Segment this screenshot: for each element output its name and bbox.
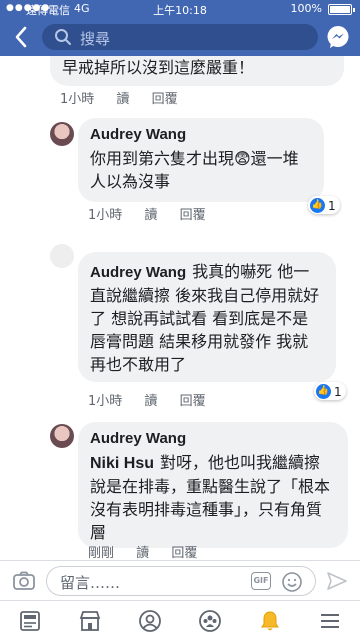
comment-meta: 剛剛 讀 回覆 xyxy=(88,542,215,560)
comment-author[interactable]: Audrey Wang xyxy=(90,264,186,281)
send-icon[interactable] xyxy=(326,570,348,592)
reaction-count[interactable]: 👍 1 xyxy=(314,382,346,400)
marketplace-icon[interactable] xyxy=(78,609,102,633)
comment-body: Audrey Wang 我真的嚇死 他一直說繼續擦 後來我自己停用就好了 想說再試… xyxy=(90,260,324,376)
camera-icon[interactable] xyxy=(12,569,36,593)
search-input[interactable]: 搜尋 xyxy=(42,24,318,50)
comment-author[interactable]: Audrey Wang xyxy=(90,126,312,143)
comment-composer: 留言…… GIF xyxy=(0,560,360,600)
menu-icon[interactable] xyxy=(318,609,342,633)
news-feed-icon[interactable] xyxy=(18,609,42,633)
comment-text: 你用到第六隻才出現😨還一堆人以為沒事 xyxy=(90,149,299,191)
avatar[interactable] xyxy=(50,244,74,268)
comment-author[interactable]: Audrey Wang xyxy=(90,430,336,447)
comment-thread: 早戒掉所以沒到這麼嚴重！ 1小時 讀 回覆 Audrey Wang 你用到第六隻… xyxy=(0,56,360,560)
reaction-count[interactable]: 👍 1 xyxy=(308,196,340,214)
emoji-icon[interactable] xyxy=(281,571,303,593)
gif-icon[interactable]: GIF xyxy=(251,572,271,590)
reply-button[interactable]: 回覆 xyxy=(152,92,178,107)
search-icon xyxy=(55,29,71,45)
comment-bubble[interactable]: 早戒掉所以沒到這麼嚴重！ xyxy=(50,56,344,86)
reaction-number: 1 xyxy=(334,384,342,399)
avatar[interactable] xyxy=(50,122,74,146)
mention-link[interactable]: Niki Hsu xyxy=(90,455,154,472)
groups-icon[interactable] xyxy=(198,609,222,633)
reply-button[interactable]: 回覆 xyxy=(180,208,206,223)
comment-bubble[interactable]: Audrey Wang 你用到第六隻才出現😨還一堆人以為沒事 xyxy=(78,118,324,202)
bottom-tab-bar xyxy=(0,600,360,640)
comment-meta: 1小時 讀 回覆 xyxy=(88,390,224,409)
comment-input[interactable]: 留言…… GIF xyxy=(46,566,316,596)
comment-bubble[interactable]: Audrey Wang Niki Hsu 對呀，他也叫我繼續擦說是在排毒，重點醫生… xyxy=(78,422,348,548)
comment-text: 早戒掉所以沒到這麼嚴重！ xyxy=(62,58,255,77)
battery-icon xyxy=(328,4,355,15)
messenger-icon[interactable] xyxy=(326,25,350,49)
comment-time: 1小時 xyxy=(88,394,123,409)
like-icon: 👍 xyxy=(316,384,331,399)
comment-bubble[interactable]: Audrey Wang 我真的嚇死 他一直說繼續擦 後來我自己停用就好了 想說再試… xyxy=(78,252,336,382)
like-icon: 👍 xyxy=(310,198,325,213)
back-button[interactable] xyxy=(8,23,34,51)
read-button[interactable]: 讀 xyxy=(144,208,157,223)
comment-body: Niki Hsu 對呀，他也叫我繼續擦說是在排毒，重點醫生說了「根本沒有表明排毒這… xyxy=(90,451,336,544)
read-button[interactable]: 讀 xyxy=(144,394,157,409)
battery-percent: 100% xyxy=(290,2,322,15)
comment-time: 1小時 xyxy=(60,92,95,107)
nav-bar: 搜尋 xyxy=(0,18,360,56)
avatar[interactable] xyxy=(50,424,74,448)
search-placeholder: 搜尋 xyxy=(80,30,111,48)
comment-meta: 1小時 讀 回覆 xyxy=(88,204,224,223)
chevron-left-icon xyxy=(15,26,27,48)
reaction-number: 1 xyxy=(328,198,336,213)
read-button[interactable]: 讀 xyxy=(136,546,149,560)
reply-button[interactable]: 回覆 xyxy=(180,394,206,409)
comment-time: 剛剛 xyxy=(88,546,115,560)
reply-button[interactable]: 回覆 xyxy=(171,546,197,560)
status-bar: ●●●●● 遠傳電信 4G 上午10:18 100% xyxy=(0,0,360,18)
comment-time: 1小時 xyxy=(88,208,123,223)
comment-placeholder: 留言…… xyxy=(60,574,121,592)
notifications-icon[interactable] xyxy=(258,609,282,633)
profile-icon[interactable] xyxy=(138,609,162,633)
comment-meta: 1小時 讀 回覆 xyxy=(60,88,196,107)
read-button[interactable]: 讀 xyxy=(116,92,129,107)
